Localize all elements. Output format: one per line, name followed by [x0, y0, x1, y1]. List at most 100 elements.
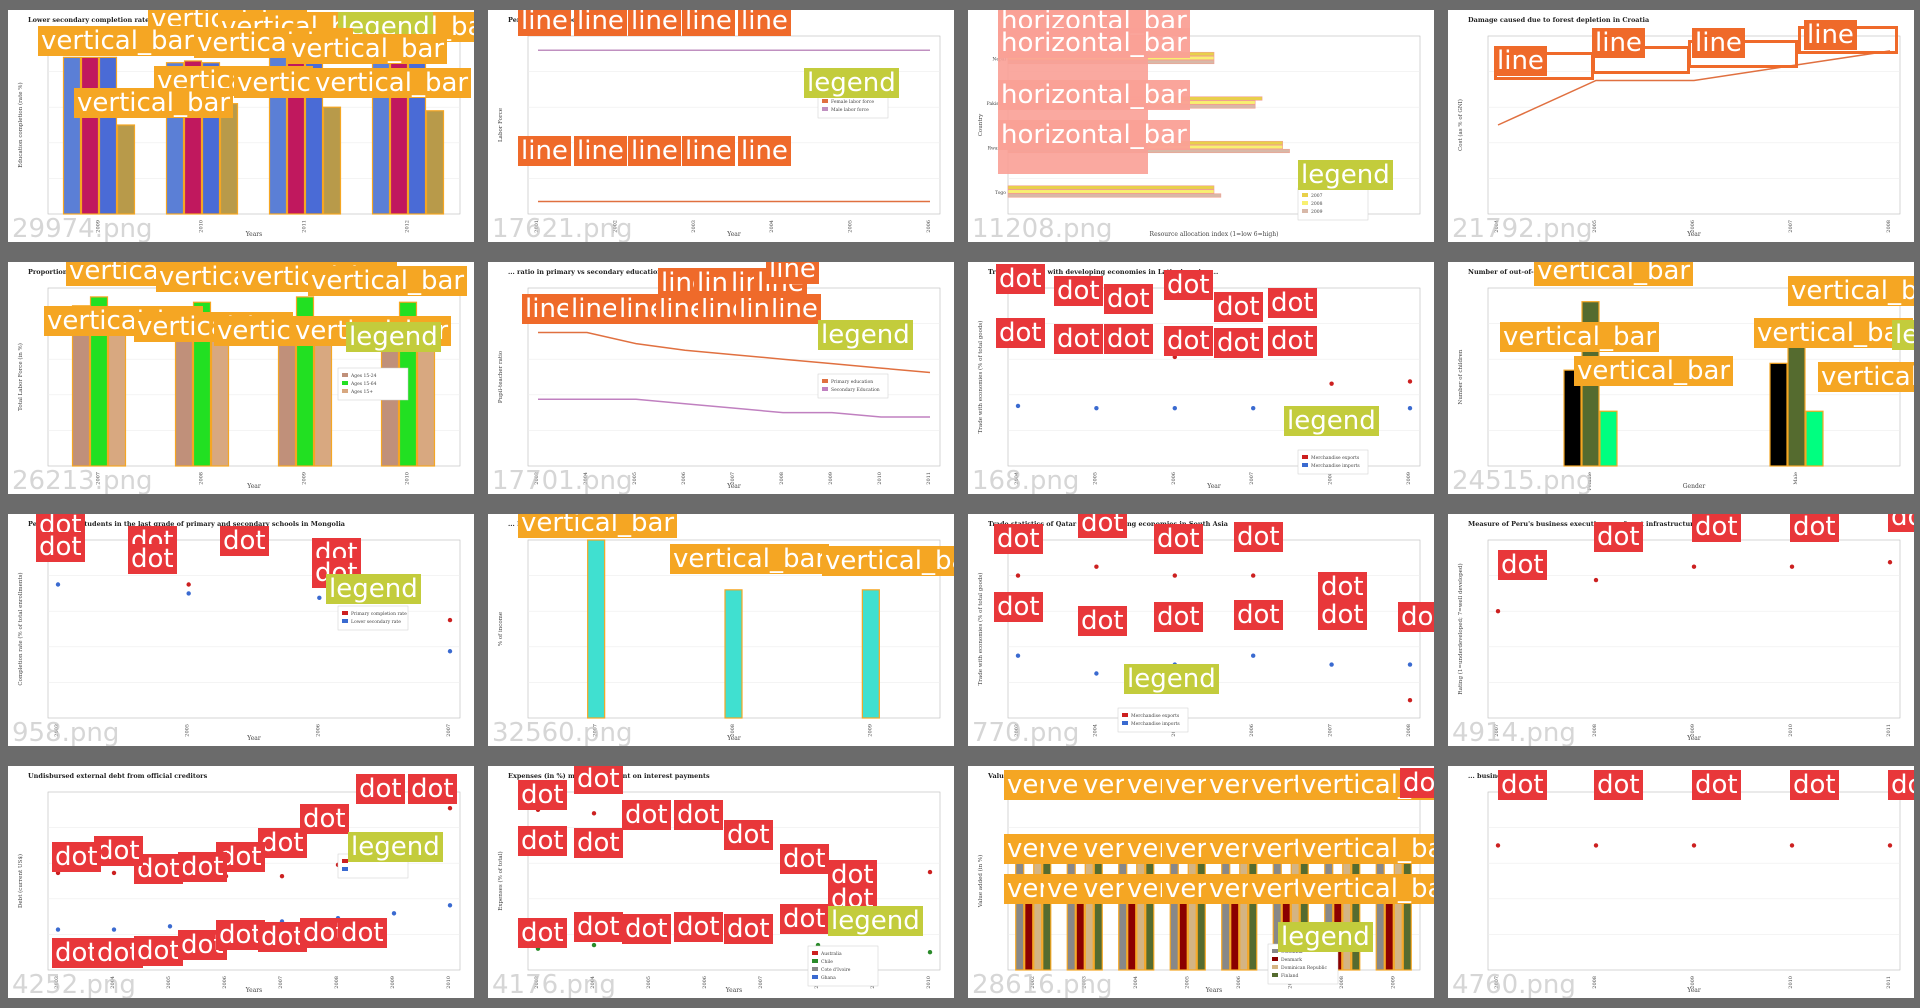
legend-annotation-label: legend — [828, 906, 923, 936]
line-annotation-label: line — [1804, 20, 1857, 50]
x-tick-label: 2009 — [302, 472, 308, 485]
x-tick-label: 2004 — [1092, 724, 1098, 737]
dot-annotation-label: dot — [338, 918, 387, 948]
y-axis-label: Completion rate (% of total enrollments) — [17, 572, 24, 685]
y-axis-label: Expenses (% of total) — [497, 851, 504, 910]
legend-swatch — [1122, 721, 1128, 725]
x-tick-label: 2011 — [302, 220, 308, 233]
x-tick-label: 2011 — [926, 472, 932, 485]
data-point — [55, 582, 61, 587]
legend-entry: Primary completion rate — [351, 611, 407, 617]
legend-entry: Merchandise exports — [1311, 455, 1360, 461]
horizontal-bar — [1007, 185, 1215, 190]
dot-annotation-label: dot — [356, 774, 405, 804]
legend-entry: Male labor force — [831, 107, 869, 113]
dot-annotation-label: dot — [574, 766, 623, 794]
chart-svg: Measure of Peru's business executives ..… — [1457, 520, 1901, 742]
file-name-label: 17621.png — [492, 214, 633, 242]
dot-annotation-label: dot — [1498, 550, 1547, 580]
legend-entry: Denmark — [1281, 957, 1302, 963]
bar — [62, 56, 82, 215]
legend-swatch — [342, 389, 348, 393]
legend-swatch — [1272, 957, 1278, 961]
dot-annotation-label: dot — [518, 826, 567, 856]
plot-frame — [527, 35, 941, 215]
x-tick-label: 2009 — [1406, 472, 1412, 485]
bar-annotation-label: vertical_bar — [1818, 362, 1914, 392]
bar — [1145, 844, 1155, 971]
dot-annotation-label: dot — [300, 804, 349, 834]
legend: Ages 15-24 Ages 15-64 Ages 15+ — [337, 367, 409, 401]
x-tick-label: 2007 — [446, 724, 452, 737]
x-tick-label: 2010 — [405, 472, 411, 485]
bar — [1805, 410, 1824, 467]
dot-annotation-label: dot — [780, 904, 829, 934]
dot-annotation-label: dot — [574, 912, 623, 942]
x-tick-label: 2009 — [867, 724, 873, 737]
data-point — [1251, 653, 1256, 658]
chart-thumbnail: Resource allocation index (1=low 6=high)… — [968, 10, 1434, 242]
x-tick-label: 2005 — [1184, 976, 1190, 989]
bar-annotation-label: vertical_bar — [308, 266, 468, 296]
chart-thumbnail: Damage caused due to forest depletion in… — [1448, 10, 1914, 242]
legend-annotation-label: legend — [1124, 664, 1219, 694]
legend-swatch — [342, 867, 348, 871]
line-annotation-label: line — [766, 262, 819, 284]
data-point — [447, 649, 453, 654]
dot-annotation-label: dot — [1214, 292, 1263, 322]
dot-annotation-label: dot — [1234, 600, 1283, 630]
x-tick-label: 2009 — [1690, 976, 1696, 989]
data-point — [1887, 843, 1893, 848]
bar — [80, 56, 100, 215]
legend-annotation-label: legend — [1278, 922, 1373, 952]
x-tick-label: 2005 — [848, 220, 854, 233]
dot-annotation-label: dot — [1154, 524, 1203, 554]
data-point — [167, 924, 173, 929]
file-name-label: 168.png — [972, 466, 1080, 494]
bar-annotation-label: vertical_bar — [1534, 262, 1694, 286]
y-axis-label: Country — [978, 113, 984, 136]
legend-entry: Ghana — [821, 975, 836, 981]
legend-annotation-label: legend — [346, 322, 441, 352]
bar — [1187, 844, 1197, 971]
x-tick-label: 2004 — [769, 220, 775, 233]
data-point — [55, 927, 61, 932]
bar — [425, 110, 445, 215]
legend-swatch — [822, 99, 828, 103]
legend-annotation-label: legend — [326, 574, 421, 604]
x-tick-label: 2009 — [1690, 724, 1696, 737]
legend-swatch — [822, 379, 828, 383]
data-point — [1789, 564, 1795, 569]
data-point — [1887, 560, 1893, 565]
x-tick-label: 2008 — [1592, 724, 1598, 737]
dot-annotation-label: dot — [1054, 324, 1103, 354]
chart-thumbnail: Measure of Peru's business executives ..… — [1448, 514, 1914, 746]
file-name-label: 28616.png — [972, 970, 1113, 998]
data-point — [1691, 843, 1697, 848]
x-tick-label: 2010 — [1788, 976, 1794, 989]
bar — [322, 106, 342, 215]
bar — [1178, 892, 1188, 971]
bar — [107, 314, 127, 467]
data-point — [1593, 577, 1599, 583]
bar — [1248, 844, 1258, 971]
dot-annotation-label: dot — [724, 914, 773, 944]
x-tick-label: 2006 — [222, 976, 228, 989]
x-tick-label: 2007 — [730, 472, 736, 485]
x-axis-label: Years — [245, 231, 263, 238]
x-tick-label: 2010 — [446, 976, 452, 989]
file-name-label: 29974.png — [12, 214, 153, 242]
legend-swatch — [1272, 965, 1278, 969]
legend: Merchandise exports Merchandise imports — [1297, 449, 1369, 475]
x-tick-label: 2004 — [1133, 976, 1139, 989]
x-tick-label: 2008 — [1592, 976, 1598, 989]
x-tick-label: 2006 — [702, 976, 708, 989]
bar — [1033, 844, 1043, 971]
legend-swatch — [1272, 973, 1278, 977]
legend-swatch — [822, 107, 828, 111]
data-point — [447, 617, 453, 623]
dot-annotation-label: dot — [94, 836, 143, 866]
legend-swatch — [1302, 455, 1308, 459]
chart-thumbnail: Percentage of students in the last grade… — [8, 514, 474, 746]
x-tick-label: 2005 — [1592, 220, 1598, 233]
